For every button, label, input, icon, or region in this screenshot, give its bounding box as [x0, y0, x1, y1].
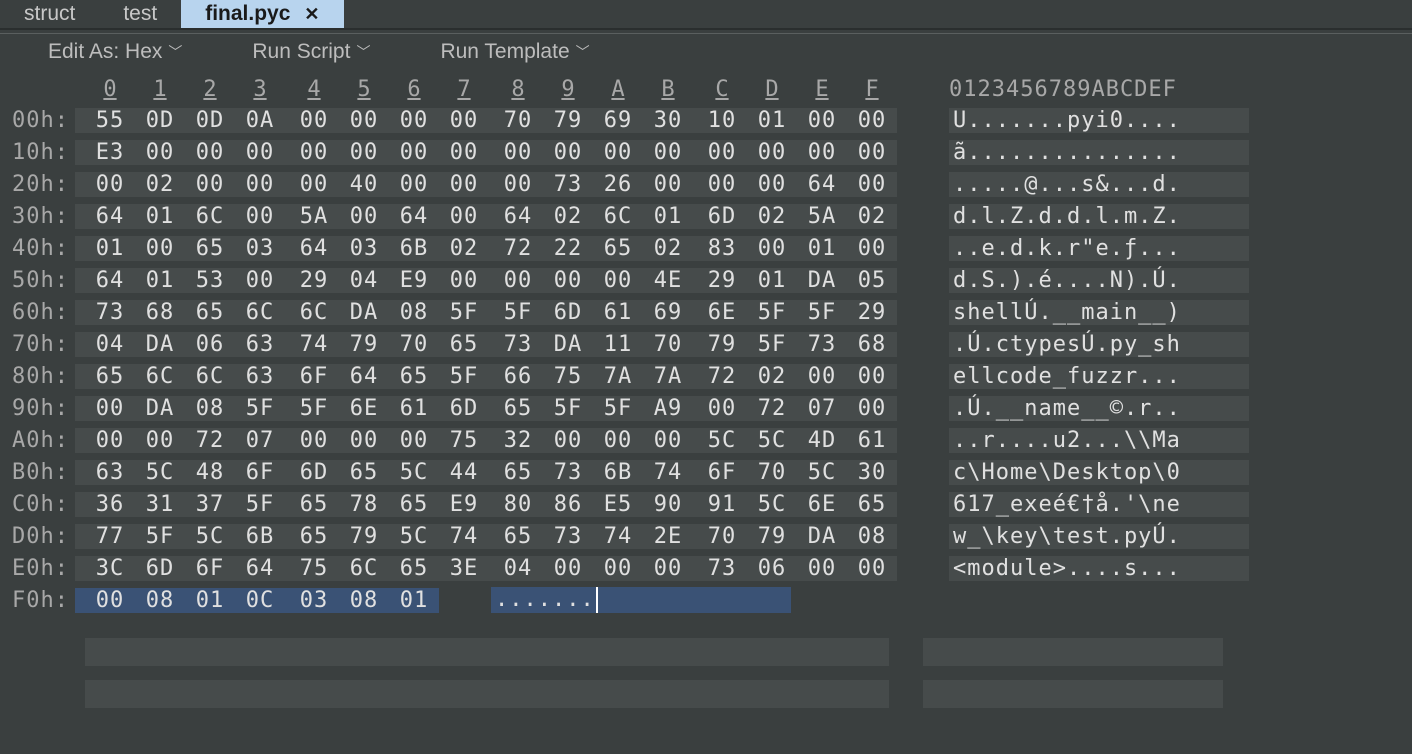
edit-as-dropdown[interactable]: Edit As: Hex﹀ [48, 40, 182, 64]
chevron-down-icon: ﹀ [356, 42, 370, 62]
hex-row[interactable]: B0h:635C486F6D655C4465736B746F705C30 c\Ho… [0, 456, 1412, 488]
hex-row[interactable]: 70h:04DA06637479706573DA1170795F7368 .Ú.c… [0, 328, 1412, 360]
hex-bytes[interactable]: 00DA085F5F6E616D655F5FA900720700 [75, 396, 897, 421]
hex-bytes[interactable]: 3C6D6F64756C653E0400000073060000 [75, 556, 897, 581]
ascii-column[interactable]: ã............... [949, 140, 1249, 165]
status-bar-left [85, 638, 889, 666]
ascii-column[interactable]: c\Home\Desktop\0 [949, 460, 1249, 485]
ascii-column[interactable]: ellcode_fuzzr... [949, 364, 1249, 389]
hex-row[interactable]: 90h:00DA085F5F6E616D655F5FA900720700 .Ú._… [0, 392, 1412, 424]
hex-bytes[interactable]: 3631375F657865E98086E590915C6E65 [75, 492, 897, 517]
text-caret [596, 587, 598, 613]
ascii-column[interactable]: d.l.Z.d.d.l.m.Z. [949, 204, 1249, 229]
row-address: 80h: [0, 364, 75, 389]
row-address: A0h: [0, 428, 75, 453]
run-template-dropdown[interactable]: Run Template﹀ [440, 40, 589, 64]
hex-bytes[interactable]: 635C486F6D655C4465736B746F705C30 [75, 460, 897, 485]
hex-row[interactable]: 30h:64016C005A00640064026C016D025A02 d.l.… [0, 200, 1412, 232]
row-address: F0h: [0, 588, 75, 613]
status-bar-left-2 [85, 680, 889, 708]
toolbar: Edit As: Hex﹀ Run Script﹀ Run Template﹀ [0, 34, 1412, 74]
hex-row[interactable]: D0h:775F5C6B65795C746573742E7079DA08 w_\k… [0, 520, 1412, 552]
hex-row[interactable]: 10h:E3000000000000000000000000000000 ã...… [0, 136, 1412, 168]
status-bars [85, 638, 1412, 666]
row-address: 20h: [0, 172, 75, 197]
status-bar-right-2 [923, 680, 1223, 708]
hex-row[interactable]: 40h:0100650364036B027222650283000100 ..e.… [0, 232, 1412, 264]
hex-row[interactable]: 60h:7368656C6CDA085F5F6D61696E5F5F29 shel… [0, 296, 1412, 328]
hex-bytes[interactable]: 656C6C636F64655F66757A7A72020000 [75, 364, 897, 389]
row-address: E0h: [0, 556, 75, 581]
row-address: 30h: [0, 204, 75, 229]
tab-bar: struct test final.pyc ✕ [0, 0, 1412, 28]
ascii-column[interactable]: ..e.d.k.r"e.ƒ... [949, 236, 1249, 261]
row-address: C0h: [0, 492, 75, 517]
chevron-down-icon: ﹀ [168, 42, 182, 62]
hex-bytes[interactable]: 0000720700000075320000005C5C4D61 [75, 428, 897, 453]
hex-bytes[interactable]: E3000000000000000000000000000000 [75, 140, 897, 165]
ascii-column[interactable]: 617_exeé€†å.'\ne [949, 492, 1249, 517]
hex-bytes[interactable]: 775F5C6B65795C746573742E7079DA08 [75, 524, 897, 549]
status-bars-2 [85, 680, 1412, 708]
tab-test[interactable]: test [99, 0, 181, 28]
hex-row[interactable]: 50h:640153002904E9000000004E2901DA05 d.S.… [0, 264, 1412, 296]
ascii-column[interactable]: .Ú.__name__©.r.. [949, 396, 1249, 421]
hex-bytes[interactable]: 04DA06637479706573DA1170795F7368 [75, 332, 897, 357]
hex-row[interactable]: 80h:656C6C636F64655F66757A7A72020000 ellc… [0, 360, 1412, 392]
ascii-column[interactable]: ....... [491, 587, 791, 613]
row-address: 90h: [0, 396, 75, 421]
hex-dump[interactable]: 00h:550D0D0A000000007079693010010000 U...… [0, 104, 1412, 616]
row-address: 70h: [0, 332, 75, 357]
tab-final-pyc[interactable]: final.pyc ✕ [181, 0, 343, 28]
hex-bytes[interactable]: 0100650364036B027222650283000100 [75, 236, 897, 261]
ascii-column[interactable]: <module>....s... [949, 556, 1249, 581]
hex-row[interactable]: A0h:0000720700000075320000005C5C4D61 ..r.… [0, 424, 1412, 456]
hex-column-header: 0123456789ABCDEF 0123456789ABCDEF [0, 74, 1412, 104]
ascii-column[interactable]: ..r....u2...\\Ma [949, 428, 1249, 453]
row-address: D0h: [0, 524, 75, 549]
hex-row[interactable]: 20h:00020000004000000073260000006400....… [0, 168, 1412, 200]
hex-bytes[interactable]: 00020000004000000073260000006400 [75, 172, 897, 197]
row-address: B0h: [0, 460, 75, 485]
hex-row[interactable]: C0h:3631375F657865E98086E590915C6E65 617_… [0, 488, 1412, 520]
hex-bytes[interactable]: 0008010C030801 [75, 588, 439, 613]
ascii-column[interactable]: shellÚ.__main__) [949, 300, 1249, 325]
hex-row[interactable]: 00h:550D0D0A000000007079693010010000 U...… [0, 104, 1412, 136]
ascii-column[interactable]: d.S.).é....N).Ú. [949, 268, 1249, 293]
row-address: 50h: [0, 268, 75, 293]
close-icon[interactable]: ✕ [304, 4, 319, 25]
ascii-column[interactable]: .....@...s&...d. [949, 172, 1249, 197]
row-address: 60h: [0, 300, 75, 325]
ascii-header: 0123456789ABCDEF [949, 77, 1177, 102]
hex-bytes[interactable]: 7368656C6CDA085F5F6D61696E5F5F29 [75, 300, 897, 325]
chevron-down-icon: ﹀ [576, 42, 590, 62]
hex-row[interactable]: F0h:0008010C030801....... [0, 584, 1412, 616]
hex-bytes[interactable]: 550D0D0A000000007079693010010000 [75, 108, 897, 133]
run-script-dropdown[interactable]: Run Script﹀ [252, 40, 370, 64]
ascii-column[interactable]: w_\key\test.pyÚ. [949, 524, 1249, 549]
ascii-column[interactable]: U.......pyi0.... [949, 108, 1249, 133]
status-bar-right [923, 638, 1223, 666]
ascii-column[interactable]: .Ú.ctypesÚ.py_sh [949, 332, 1249, 357]
hex-bytes[interactable]: 640153002904E9000000004E2901DA05 [75, 268, 897, 293]
row-address: 40h: [0, 236, 75, 261]
row-address: 10h: [0, 140, 75, 165]
tab-struct[interactable]: struct [0, 0, 99, 28]
row-address: 00h: [0, 108, 75, 133]
hex-bytes[interactable]: 64016C005A00640064026C016D025A02 [75, 204, 897, 229]
hex-row[interactable]: E0h:3C6D6F64756C653E0400000073060000 <mod… [0, 552, 1412, 584]
